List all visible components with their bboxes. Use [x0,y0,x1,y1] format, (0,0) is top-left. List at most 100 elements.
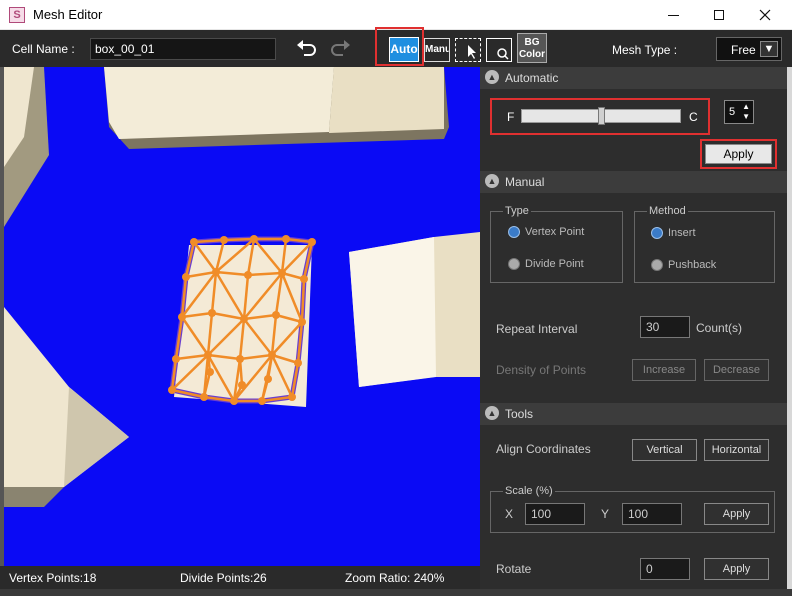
radio-vertex-point[interactable]: Vertex Point [508,226,584,238]
canvas-scene [4,67,480,507]
repeat-interval-label: Repeat Interval [496,322,578,336]
count-label: Count(s) [696,321,743,335]
manual-tool-button[interactable]: Manual [424,38,450,62]
density-of-points-label: Density of Points [496,363,587,377]
spin-down-icon[interactable]: ▼ [742,112,750,121]
mesh-point[interactable] [182,273,190,281]
minimize-button[interactable] [650,0,696,30]
rotate-apply-button[interactable]: Apply [704,558,769,580]
automatic-section-header[interactable]: ▲ Automatic [480,67,787,89]
mesh-point[interactable] [230,397,238,405]
toolbar: Cell Name : Auto Manual BG Color Mesh Ty… [0,27,792,67]
radio-indicator [508,226,520,238]
mesh-point[interactable] [278,269,286,277]
radio-indicator [651,227,663,239]
mesh-canvas[interactable] [0,67,480,566]
bg-color-button[interactable]: BG Color [517,33,547,63]
auto-tool-label: Auto [389,37,419,62]
repeat-interval-input[interactable] [640,316,690,338]
zoom-icon [497,48,509,60]
mesh-point[interactable] [298,318,306,326]
radio-label: Insert [668,227,696,239]
density-slider-group: F C [490,98,710,135]
cell-name-input[interactable] [90,38,276,60]
bg-color-label-1: BG [524,37,540,48]
properties-panel: ▲ Automatic F C 5 ▲ ▼ Apply ▲ Manual Typ… [480,67,787,589]
mesh-point[interactable] [208,309,216,317]
cursor-icon [468,45,476,59]
density-slider[interactable] [521,107,681,125]
mesh-point[interactable] [220,236,228,244]
scale-x-label: X [505,507,514,521]
auto-apply-button[interactable]: Apply [705,144,772,164]
slider-fine-label: F [507,110,515,124]
align-horizontal-button[interactable]: Horizontal [704,439,769,461]
mesh-point[interactable] [200,393,208,401]
collapse-icon: ▲ [485,174,499,188]
mesh-point[interactable] [272,311,280,319]
scale-apply-button[interactable]: Apply [704,503,769,525]
density-spinbox[interactable]: 5 ▲ ▼ [724,100,754,124]
mesh-point[interactable] [212,268,220,276]
scale-y-label: Y [601,507,610,521]
maximize-button[interactable] [696,0,742,30]
mesh-point[interactable] [288,393,296,401]
radio-pushback[interactable]: Pushback [651,259,716,271]
type-group: Type [490,205,623,283]
mesh-point[interactable] [168,386,176,394]
radio-insert[interactable]: Insert [651,227,696,239]
align-coordinates-label: Align Coordinates [496,442,591,456]
collapse-icon: ▲ [485,70,499,84]
decrease-button[interactable]: Decrease [704,359,769,381]
mesh-point[interactable] [240,315,248,323]
status-bar: Vertex Points:18 Divide Points:26 Zoom R… [0,566,480,589]
mesh-point[interactable] [294,359,302,367]
manual-title: Manual [505,175,545,189]
tools-section-header[interactable]: ▲ Tools [480,403,787,425]
tools-title: Tools [505,407,534,421]
mesh-point[interactable] [250,235,258,243]
rotate-input[interactable] [640,558,690,580]
undo-icon[interactable] [296,39,318,57]
mesh-point[interactable] [204,351,212,359]
zoom-ratio: Zoom Ratio: 240% [345,571,445,585]
mesh-point[interactable] [264,375,272,383]
redo-icon[interactable] [329,39,351,57]
scale-x-input[interactable] [525,503,585,525]
increase-button[interactable]: Increase [632,359,696,381]
spin-up-icon[interactable]: ▲ [742,102,750,111]
zoom-tool-button[interactable] [486,38,512,62]
mesh-point[interactable] [172,355,180,363]
panel-scrollbar-gutter [787,67,792,589]
rotate-label: Rotate [496,562,532,576]
mesh-point[interactable] [258,397,266,405]
cell-name-label: Cell Name : [12,42,75,56]
manual-section-header[interactable]: ▲ Manual [480,171,787,193]
mesh-point[interactable] [268,351,276,359]
auto-mesh-tool-button[interactable]: Auto [375,27,424,66]
select-tool-button[interactable] [455,38,481,62]
close-button[interactable] [742,0,788,30]
mesh-point[interactable] [282,235,290,243]
mesh-point[interactable] [236,355,244,363]
mesh-point[interactable] [178,313,186,321]
mesh-point[interactable] [300,275,308,283]
mesh-point[interactable] [206,368,214,376]
mesh-type-value: Free [731,43,756,57]
slider-coarse-label: C [689,110,698,124]
window-bottom-edge [0,589,792,596]
scale-y-input[interactable] [622,503,682,525]
mesh-type-select[interactable]: Free ▼ [716,37,782,61]
align-vertical-button[interactable]: Vertical [632,439,697,461]
title-bar: S Mesh Editor [0,0,792,30]
scale-legend: Scale (%) [505,485,553,497]
radio-label: Pushback [668,259,717,271]
canvas-left-edge [0,67,4,566]
mesh-point[interactable] [308,238,316,246]
mesh-point[interactable] [238,381,246,389]
radio-divide-point[interactable]: Divide Point [508,258,584,270]
slider-thumb[interactable] [598,107,605,125]
mesh-point[interactable] [244,271,252,279]
background-boxes [4,67,480,507]
mesh-point[interactable] [190,238,198,246]
